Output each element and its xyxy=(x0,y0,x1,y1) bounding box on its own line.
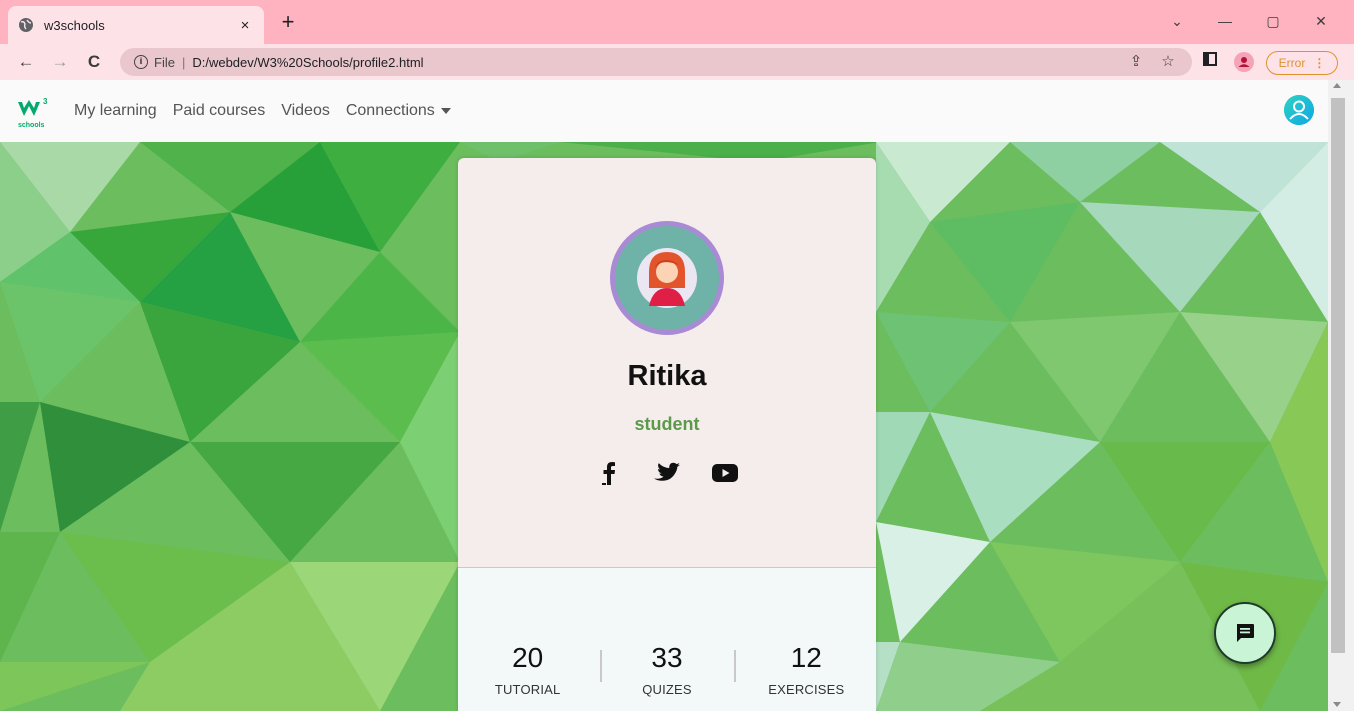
tab-search-icon[interactable]: ⌄ xyxy=(1162,10,1192,32)
stat-quizes-label: QUIZES xyxy=(642,682,692,697)
chat-icon xyxy=(1237,624,1254,642)
stat-exercises: 12 EXERCISES xyxy=(737,642,876,697)
caret-down-icon xyxy=(440,107,451,114)
scroll-down-arrow-icon[interactable] xyxy=(1333,702,1341,707)
stat-exercises-label: EXERCISES xyxy=(768,682,845,697)
profile-card: Ritika student xyxy=(458,158,876,711)
user-account-icon[interactable] xyxy=(1284,95,1314,125)
twitter-icon[interactable] xyxy=(653,460,681,486)
nav-dropdown-connections[interactable]: Connections xyxy=(346,100,451,122)
avatar xyxy=(610,221,724,335)
profile-icon[interactable] xyxy=(1234,52,1254,72)
address-separator: | xyxy=(181,54,186,70)
minimize-icon[interactable]: — xyxy=(1210,10,1240,32)
address-bar[interactable]: i File | D:/webdev/W3%20Schools/profile2… xyxy=(120,48,1192,76)
side-panel-icon[interactable] xyxy=(1200,52,1220,72)
profile-stats: 20 TUTORIAL 33 QUIZES 12 EXERCISES xyxy=(458,642,876,697)
profile-name: Ritika xyxy=(627,360,707,392)
forward-icon[interactable]: → xyxy=(48,50,72,74)
nav-link-my-learning[interactable]: My learning xyxy=(74,100,157,122)
nav-link-paid-courses[interactable]: Paid courses xyxy=(173,100,266,122)
stat-tutorial: 20 TUTORIAL xyxy=(458,642,597,697)
social-links xyxy=(458,460,876,486)
reload-icon[interactable]: C xyxy=(82,50,106,74)
address-scheme: File xyxy=(154,54,175,70)
profile-card-header: Ritika student xyxy=(458,158,876,568)
nav-link-videos[interactable]: Videos xyxy=(281,100,330,122)
stat-quizes-value: 33 xyxy=(651,642,683,673)
kebab-menu-icon: ⋮ xyxy=(1313,56,1326,70)
back-icon[interactable]: ← xyxy=(14,50,38,74)
stat-quizes: 33 QUIZES xyxy=(597,642,736,697)
stat-divider xyxy=(600,650,602,682)
youtube-icon[interactable] xyxy=(711,460,739,486)
stat-exercises-value: 12 xyxy=(790,642,822,673)
error-label: Error xyxy=(1278,56,1306,70)
facebook-icon[interactable] xyxy=(595,460,623,486)
new-tab-button[interactable]: + xyxy=(276,10,300,34)
error-button[interactable]: Error ⋮ xyxy=(1266,51,1338,75)
logo-text: schools xyxy=(18,122,45,129)
restore-icon[interactable]: ▢ xyxy=(1258,10,1288,32)
scroll-up-arrow-icon[interactable] xyxy=(1333,83,1341,88)
profile-role: student xyxy=(634,414,700,434)
stat-divider xyxy=(734,650,736,682)
stat-tutorial-label: TUTORIAL xyxy=(494,682,561,697)
info-icon[interactable]: i xyxy=(134,55,148,69)
tab-title: w3schools xyxy=(44,17,105,33)
bookmark-star-icon[interactable]: ☆ xyxy=(1158,52,1178,72)
svg-text:3: 3 xyxy=(43,97,48,106)
globe-icon xyxy=(19,18,33,32)
window-close-icon[interactable]: ✕ xyxy=(1306,10,1336,32)
share-icon[interactable]: ⇪ xyxy=(1126,52,1146,72)
browser-tab[interactable]: w3schools × xyxy=(8,6,264,44)
stat-tutorial-value: 20 xyxy=(512,642,544,673)
nav-links: My learning Paid courses Videos Connecti… xyxy=(74,100,451,122)
scrollbar-thumb[interactable] xyxy=(1331,98,1345,653)
w3schools-logo[interactable]: 3 schools xyxy=(16,94,52,130)
address-url: D:/webdev/W3%20Schools/profile2.html xyxy=(192,54,424,70)
tab-close-icon[interactable]: × xyxy=(236,17,254,34)
nav-link-connections: Connections xyxy=(345,102,435,119)
chat-button[interactable] xyxy=(1214,602,1276,664)
